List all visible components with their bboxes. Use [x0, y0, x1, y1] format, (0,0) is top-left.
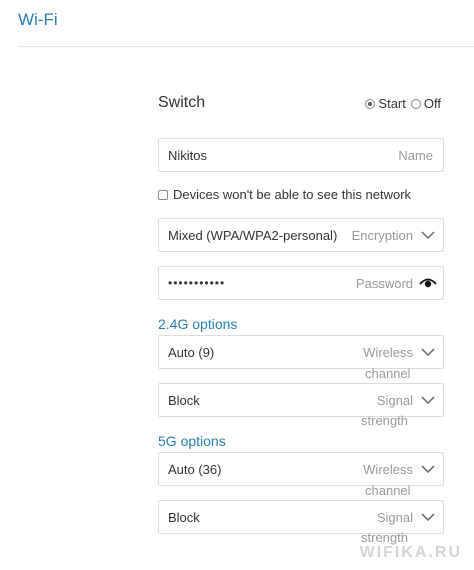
radio-start-label[interactable]: Start: [378, 96, 405, 111]
switch-label: Switch: [158, 94, 206, 111]
chevron-down-icon[interactable]: [413, 501, 443, 533]
band-24-channel-hint-2: channel: [365, 366, 411, 381]
chevron-down-icon[interactable]: [413, 219, 443, 251]
band-5-channel-hint: Wireless: [363, 461, 413, 477]
band-5-signal-hint: Signal: [376, 509, 413, 525]
band-5-signal-value[interactable]: Block: [159, 510, 200, 525]
password-value[interactable]: •••••••••••: [159, 276, 225, 290]
title-divider: [18, 46, 474, 47]
radio-off-label[interactable]: Off: [424, 96, 441, 111]
band-5-channel-select[interactable]: Auto (36) Wireless: [158, 452, 444, 486]
encryption-value[interactable]: Mixed (WPA/WPA2-personal): [159, 228, 337, 243]
hide-network-label[interactable]: Devices won't be able to see this networ…: [173, 187, 411, 202]
band-24-channel-value[interactable]: Auto (9): [159, 345, 214, 360]
band-24-channel-select[interactable]: Auto (9) Wireless: [158, 335, 444, 369]
band-24-title: 2.4G options: [158, 316, 238, 332]
band-5-channel-hint-2: channel: [365, 483, 411, 498]
encryption-select[interactable]: Mixed (WPA/WPA2-personal) Encryption: [158, 218, 444, 252]
chevron-down-icon[interactable]: [413, 336, 443, 368]
page-title: Wi-Fi: [18, 10, 58, 29]
chevron-down-icon[interactable]: [413, 384, 443, 416]
switch-radio-group: Start Off: [365, 96, 446, 111]
band-5-signal-select[interactable]: Block Signal: [158, 500, 444, 534]
band-24-signal-hint: Signal: [376, 392, 413, 408]
band-5-signal-hint-2: strength: [361, 530, 408, 545]
watermark: WIFIKA.RU: [359, 544, 462, 561]
name-input[interactable]: Nikitos Name: [158, 138, 444, 172]
radio-off[interactable]: [410, 98, 421, 109]
band-24-channel-hint: Wireless: [363, 344, 413, 360]
encryption-hint: Encryption: [351, 227, 413, 243]
band-24-signal-select[interactable]: Block Signal: [158, 383, 444, 417]
band-5-channel-value[interactable]: Auto (36): [159, 462, 221, 477]
eye-icon[interactable]: [413, 267, 443, 299]
band-24-signal-hint-2: strength: [361, 413, 408, 428]
name-value[interactable]: Nikitos: [159, 148, 207, 163]
hide-network-checkbox[interactable]: [158, 189, 168, 200]
chevron-down-icon[interactable]: [413, 453, 443, 485]
band-5-title: 5G options: [158, 433, 226, 449]
band-24-signal-value[interactable]: Block: [159, 393, 200, 408]
name-hint: Name: [398, 147, 433, 163]
radio-start[interactable]: [365, 98, 376, 109]
password-hint: Password: [355, 275, 413, 291]
hide-network-row[interactable]: Devices won't be able to see this networ…: [158, 187, 411, 202]
password-input[interactable]: ••••••••••• Password: [158, 266, 444, 300]
